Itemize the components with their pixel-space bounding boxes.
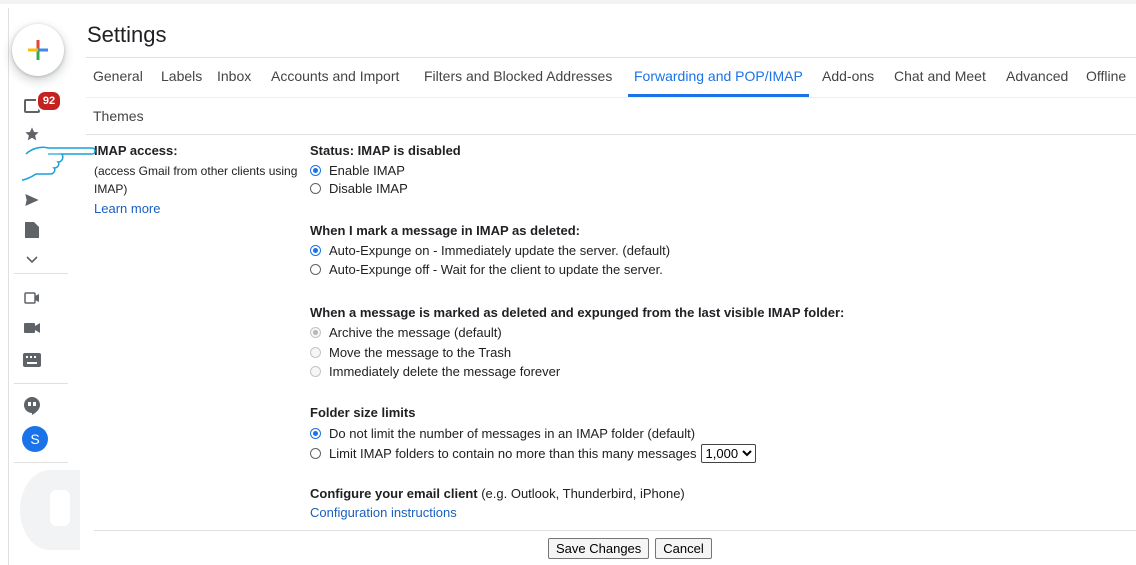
enable-imap-label: Enable IMAP <box>329 162 405 178</box>
action-buttons: Save Changes Cancel <box>548 538 718 559</box>
tab-forwarding-pop-imap[interactable]: Forwarding and POP/IMAP <box>628 66 809 97</box>
rail-divider <box>14 383 68 384</box>
folder-size-heading: Folder size limits <box>310 405 416 420</box>
left-rail: 92 S <box>0 0 80 565</box>
keyboard-icon[interactable] <box>22 350 42 370</box>
trash-label: Move the message to the Trash <box>329 344 512 360</box>
client-heading: Configure your email client <box>310 486 478 501</box>
auto-expunge-off-radio[interactable] <box>310 263 321 275</box>
loading-placeholder <box>20 470 80 550</box>
tab-add-ons[interactable]: Add-ons <box>822 66 874 97</box>
limit-radio[interactable] <box>310 447 321 459</box>
client-section: Configure your email client (e.g. Outloo… <box>310 486 685 525</box>
chevron-down-icon[interactable] <box>22 250 42 270</box>
save-changes-button[interactable]: Save Changes <box>548 538 650 559</box>
folder-size-section: Folder size limits <box>310 405 415 420</box>
tab-themes[interactable]: Themes <box>93 106 144 137</box>
top-border <box>0 0 1136 4</box>
limit-select[interactable]: 1,000 <box>700 443 756 463</box>
limit-label: Limit IMAP folders to contain no more th… <box>329 445 697 461</box>
send-icon[interactable] <box>22 190 42 210</box>
imap-access-description: (access Gmail from other clients using I… <box>94 162 308 220</box>
rail-divider <box>14 462 68 463</box>
auto-expunge-on-radio[interactable] <box>310 244 321 256</box>
header-divider <box>86 57 1136 58</box>
tab-advanced[interactable]: Advanced <box>1006 66 1068 97</box>
footer-divider <box>94 530 1136 531</box>
trash-option: Move the message to the Trash <box>310 343 511 361</box>
tabs-row-divider <box>86 97 1136 98</box>
imap-status: Status: IMAP is disabled <box>310 143 461 158</box>
auto-expunge-off-label: Auto-Expunge off - Wait for the client t… <box>329 261 663 277</box>
expunged-section: When a message is marked as deleted and … <box>310 305 844 320</box>
auto-expunge-on-option[interactable]: Auto-Expunge on - Immediately update the… <box>310 241 670 259</box>
tab-accounts-and-import[interactable]: Accounts and Import <box>271 66 399 97</box>
learn-more-link[interactable]: Learn more <box>94 201 160 216</box>
client-examples: (e.g. Outlook, Thunderbird, iPhone) <box>481 486 685 501</box>
draft-icon[interactable] <box>22 220 42 240</box>
archive-label: Archive the message (default) <box>329 324 502 340</box>
tab-chat-and-meet[interactable]: Chat and Meet <box>894 66 986 97</box>
no-limit-option[interactable]: Do not limit the number of messages in a… <box>310 424 695 442</box>
archive-radio <box>310 326 321 338</box>
auto-expunge-on-label: Auto-Expunge on - Immediately update the… <box>329 242 671 258</box>
page-title: Settings <box>87 22 167 47</box>
delete-forever-label: Immediately delete the message forever <box>329 363 561 379</box>
auto-expunge-off-option[interactable]: Auto-Expunge off - Wait for the client t… <box>310 260 663 278</box>
new-meeting-icon[interactable] <box>22 288 42 308</box>
rail-divider <box>14 273 68 274</box>
video-icon[interactable] <box>22 318 42 338</box>
limit-option[interactable]: Limit IMAP folders to contain no more th… <box>310 443 756 463</box>
archive-option: Archive the message (default) <box>310 323 502 341</box>
enable-imap-radio[interactable] <box>310 164 321 176</box>
tab-filters[interactable]: Filters and Blocked Addresses <box>424 66 612 97</box>
imap-status-text: Status: IMAP is disabled <box>310 143 461 158</box>
no-limit-label: Do not limit the number of messages in a… <box>329 425 696 441</box>
tab-labels[interactable]: Labels <box>161 66 202 97</box>
inbox-unread-badge: 92 <box>36 90 62 112</box>
delete-forever-option: Immediately delete the message forever <box>310 362 560 380</box>
expunged-heading: When a message is marked as deleted and … <box>310 305 845 320</box>
tab-offline[interactable]: Offline <box>1086 66 1126 97</box>
imap-description-text: (access Gmail from other clients using I… <box>94 164 298 196</box>
disable-imap-option[interactable]: Disable IMAP <box>310 179 408 197</box>
avatar[interactable]: S <box>22 426 48 452</box>
no-limit-radio[interactable] <box>310 427 321 439</box>
configuration-instructions-link[interactable]: Configuration instructions <box>310 505 457 520</box>
deleted-section: When I mark a message in IMAP as deleted… <box>310 223 580 238</box>
cancel-button[interactable]: Cancel <box>655 538 712 559</box>
compose-button[interactable] <box>12 24 64 76</box>
enable-imap-option[interactable]: Enable IMAP <box>310 161 405 179</box>
disable-imap-radio[interactable] <box>310 182 321 194</box>
disable-imap-label: Disable IMAP <box>329 180 408 196</box>
hangouts-icon[interactable] <box>22 396 42 416</box>
pointing-hand-icon <box>21 146 96 181</box>
delete-forever-radio <box>310 365 321 377</box>
tab-inbox[interactable]: Inbox <box>217 66 251 97</box>
trash-radio <box>310 346 321 358</box>
tab-general[interactable]: General <box>93 66 143 97</box>
imap-access-label: IMAP access: <box>94 143 178 158</box>
deleted-heading: When I mark a message in IMAP as deleted… <box>310 223 580 238</box>
plus-icon <box>28 40 48 60</box>
tabs-divider <box>86 134 1136 135</box>
